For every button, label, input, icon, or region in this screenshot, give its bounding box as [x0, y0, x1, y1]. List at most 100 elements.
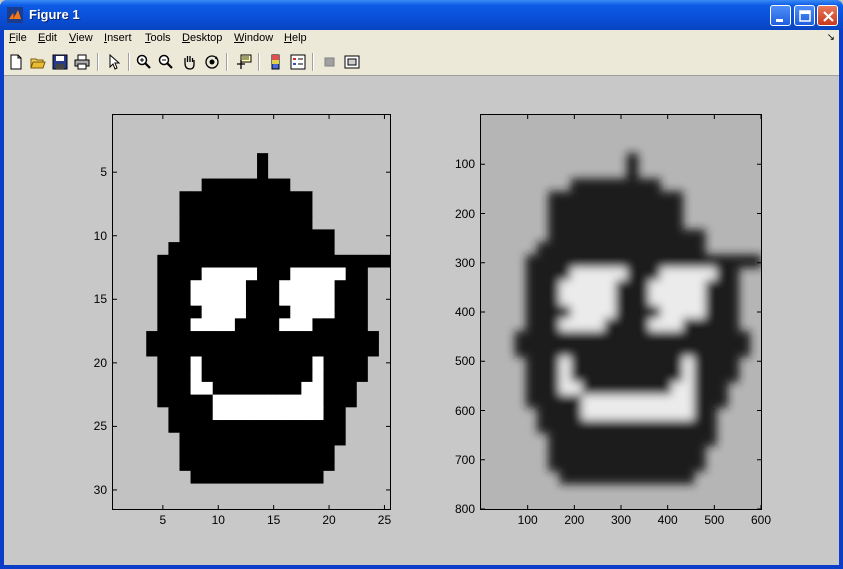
- hide-plot-tools-button[interactable]: [320, 52, 340, 72]
- blurred-pixel: [626, 242, 639, 256]
- menu-desktop[interactable]: Desktop: [182, 32, 222, 44]
- blurred-pixel: [626, 165, 639, 180]
- print-button[interactable]: [72, 52, 92, 72]
- image-pixel: [356, 458, 369, 472]
- image-pixel: [356, 407, 369, 421]
- new-figure-button[interactable]: [6, 52, 26, 72]
- blurred-pixel: [615, 458, 628, 472]
- blurred-pixel: [604, 254, 616, 269]
- insert-colorbar-button[interactable]: [266, 52, 286, 72]
- blurred-pixel: [649, 343, 661, 358]
- image-pixel: [257, 420, 269, 434]
- blurred-pixel: [626, 381, 639, 396]
- insert-legend-button[interactable]: [288, 52, 308, 72]
- image-pixel: [367, 420, 380, 434]
- blurred-pixel: [615, 420, 628, 434]
- image-pixel: [179, 165, 192, 180]
- blurred-pixel: [581, 356, 594, 370]
- image-pixel: [168, 305, 181, 319]
- blurred-pixel: [604, 242, 616, 256]
- axes-right[interactable]: [480, 114, 762, 510]
- dock-arrow-icon[interactable]: ↘: [827, 32, 835, 43]
- blurred-pixel: [604, 369, 616, 383]
- blurred-pixel: [727, 356, 740, 370]
- image-pixel: [201, 165, 214, 180]
- menu-insert[interactable]: Insert: [104, 32, 132, 44]
- blurred-pixel: [682, 445, 695, 459]
- save-button[interactable]: [50, 52, 70, 72]
- blurred-pixel: [637, 191, 650, 205]
- menu-file[interactable]: File: [9, 32, 27, 44]
- blurred-pixel: [615, 445, 628, 459]
- zoom-in-button[interactable]: [134, 52, 154, 72]
- image-pixel: [113, 445, 125, 459]
- rotate-3d-button[interactable]: [202, 52, 222, 72]
- blurred-pixel: [637, 369, 650, 383]
- blurred-pixel: [525, 254, 538, 269]
- blurred-pixel: [660, 267, 672, 281]
- image-pixel: [301, 153, 314, 167]
- blurred-pixel: [738, 331, 751, 345]
- show-plot-tools-button[interactable]: [342, 52, 362, 72]
- image-pixel: [312, 153, 325, 167]
- maximize-button[interactable]: [794, 5, 815, 26]
- image-pixel: [223, 318, 236, 332]
- image-pixel: [245, 483, 258, 497]
- image-pixel: [301, 356, 314, 370]
- zoom-out-button[interactable]: [156, 52, 176, 72]
- blurred-pixel: [637, 470, 650, 485]
- figure-canvas[interactable]: 5 10 15 20 25 5 10 15 20 25 30 100 200 300 400 500 600 10…: [4, 77, 839, 565]
- title-bar[interactable]: Figure 1: [0, 0, 843, 30]
- blurred-pixel: [604, 318, 616, 332]
- image-pixel: [268, 331, 280, 345]
- blurred-pixel: [593, 216, 605, 230]
- image-pixel: [279, 140, 291, 154]
- data-cursor-button[interactable]: [234, 52, 254, 72]
- menu-window[interactable]: Window: [234, 32, 273, 44]
- image-pixel: [279, 420, 291, 434]
- image-pixel: [323, 394, 336, 408]
- image-pixel: [146, 140, 158, 154]
- image-pixel: [323, 432, 336, 447]
- image-pixel: [378, 280, 390, 294]
- blurred-pixel: [649, 216, 661, 230]
- image-pixel: [179, 229, 192, 243]
- image-pixel: [157, 254, 169, 269]
- blurred-pixel: [604, 178, 616, 192]
- image-pixel: [135, 229, 147, 243]
- image-pixel: [234, 115, 247, 129]
- blurred-pixel: [604, 331, 616, 345]
- image-pixel: [146, 229, 158, 243]
- axes-left[interactable]: [112, 114, 391, 510]
- image-pixel: [190, 115, 203, 129]
- image-pixel: [223, 229, 236, 243]
- image-pixel: [135, 140, 147, 154]
- image-pixel: [312, 331, 325, 345]
- image-pixel: [290, 470, 302, 485]
- image-pixel: [345, 165, 358, 180]
- image-pixel: [146, 356, 158, 370]
- blurred-pixel: [693, 458, 706, 472]
- image-pixel: [345, 496, 358, 509]
- close-button[interactable]: [817, 5, 838, 26]
- menu-help[interactable]: Help: [284, 32, 307, 44]
- open-file-button[interactable]: [28, 52, 48, 72]
- image-pixel: [146, 115, 158, 129]
- menu-tools[interactable]: Tools: [145, 32, 171, 44]
- menu-edit[interactable]: Edit: [38, 32, 57, 44]
- image-pixel: [223, 407, 236, 421]
- image-pixel: [223, 458, 236, 472]
- image-pixel: [212, 369, 225, 383]
- image-pixel: [356, 305, 369, 319]
- menu-view[interactable]: View: [69, 32, 93, 44]
- image-pixel: [245, 356, 258, 370]
- pan-button[interactable]: [179, 52, 199, 72]
- image-pixel: [146, 127, 158, 142]
- image-pixel: [334, 445, 347, 459]
- minimize-button[interactable]: [770, 5, 791, 26]
- blurred-pixel: [559, 318, 572, 332]
- image-pixel: [312, 115, 325, 129]
- edit-plot-button[interactable]: [104, 52, 124, 72]
- blurred-pixel: [682, 305, 695, 319]
- image-pixel: [135, 369, 147, 383]
